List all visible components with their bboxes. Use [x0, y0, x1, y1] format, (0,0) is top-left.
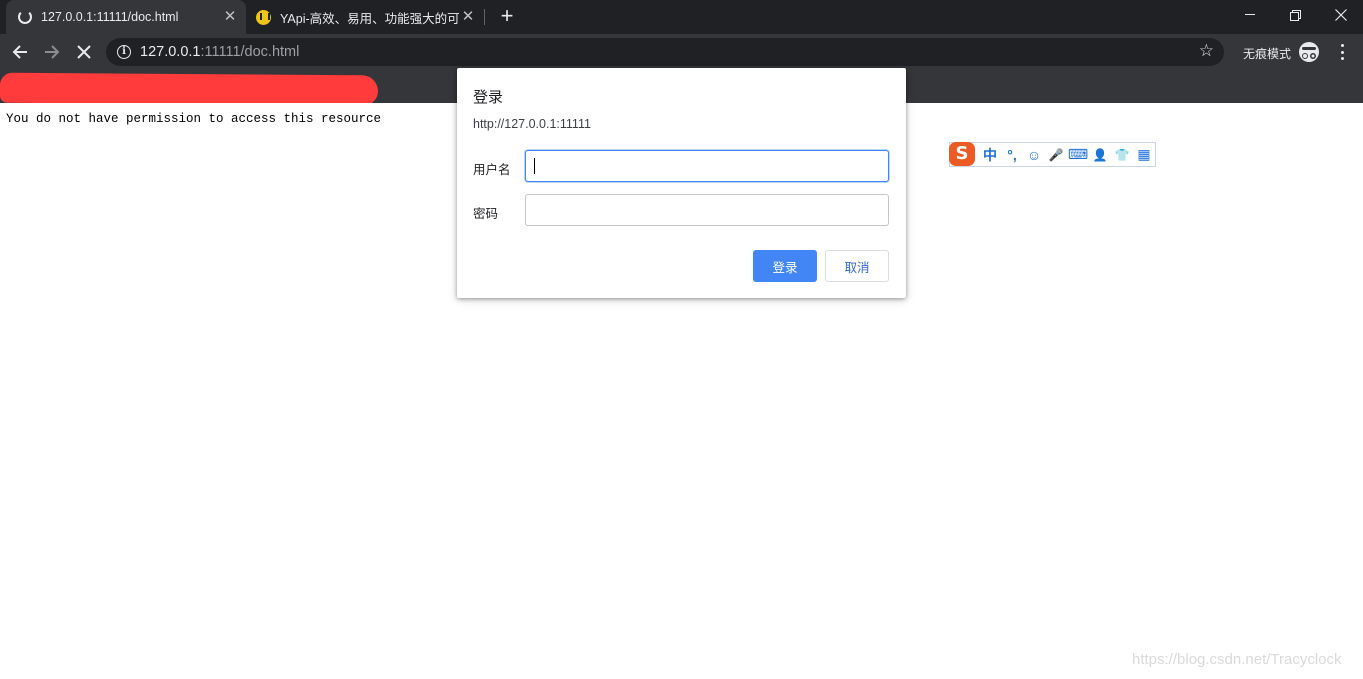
login-dialog: 登录 http://127.0.0.1:11111 用户名 密码 登录 取消: [457, 68, 906, 298]
new-tab-button[interactable]: +: [496, 5, 518, 27]
login-button[interactable]: 登录: [753, 250, 817, 282]
sogou-logo-icon[interactable]: S: [949, 141, 975, 166]
url-host: 127.0.0.1: [140, 44, 201, 60]
dialog-origin: http://127.0.0.1:11111: [473, 117, 591, 131]
bookmark-star-icon[interactable]: ☆: [1199, 41, 1214, 61]
site-info-icon[interactable]: i: [117, 45, 131, 59]
ime-chinese-mode-icon[interactable]: 中: [979, 145, 1001, 165]
incognito-label: 无痕模式: [1243, 47, 1292, 61]
tab-title: 127.0.0.1:11111/doc.html: [41, 10, 179, 24]
dialog-title: 登录: [473, 89, 504, 106]
ime-punctuation-icon[interactable]: °,: [1001, 147, 1023, 163]
restore-button[interactable]: [1272, 0, 1318, 30]
tab-title: YApi-高效、易用、功能强大的可: [280, 11, 460, 26]
username-field[interactable]: [525, 150, 889, 182]
url-path: :11111/doc.html: [200, 44, 300, 60]
cancel-button[interactable]: 取消: [825, 250, 889, 282]
loading-spinner-icon: [18, 10, 32, 24]
ime-user-icon[interactable]: 👤: [1089, 148, 1111, 162]
password-label: 密码: [473, 207, 499, 221]
stop-icon: [77, 45, 91, 59]
watermark: https://blog.csdn.net/Tracyclock: [1132, 651, 1342, 668]
ime-emoji-icon[interactable]: ☺: [1023, 147, 1045, 163]
tab-close-icon[interactable]: ✕: [222, 9, 238, 25]
forward-arrow-icon: [45, 45, 60, 59]
minimize-icon: [1245, 14, 1255, 15]
restore-icon: [1289, 9, 1301, 21]
tab-yapi[interactable]: YApi-高效、易用、功能强大的可 ✕: [246, 0, 484, 34]
browser-menu-icon[interactable]: [1336, 43, 1348, 61]
tab-strip: 127.0.0.1:11111/doc.html ✕ YApi-高效、易用、功能…: [0, 0, 1363, 34]
browser-window: 127.0.0.1:11111/doc.html ✕ YApi-高效、易用、功能…: [0, 0, 1363, 679]
tab-close-icon[interactable]: ✕: [460, 9, 476, 25]
ime-toolbar[interactable]: S 中 °, ☺ 🎤 ⌨ 👤 👕 ▦: [949, 141, 1156, 167]
back-button[interactable]: [6, 38, 34, 66]
browser-toolbar: i 127.0.0.1:11111/doc.html ☆ 无痕模式: [0, 34, 1363, 70]
stop-loading-button[interactable]: [70, 38, 98, 66]
close-window-button[interactable]: [1318, 0, 1363, 30]
ime-toolbox-icon[interactable]: ▦: [1133, 146, 1155, 163]
forward-button[interactable]: [38, 38, 66, 66]
tab-separator: [484, 9, 485, 25]
tab-doc[interactable]: 127.0.0.1:11111/doc.html ✕: [6, 0, 246, 34]
permission-message: You do not have permission to access thi…: [6, 112, 382, 126]
ime-voice-icon[interactable]: 🎤: [1045, 148, 1067, 162]
password-field[interactable]: [525, 194, 889, 226]
url-text[interactable]: 127.0.0.1:11111/doc.html: [140, 44, 299, 60]
address-bar[interactable]: i 127.0.0.1:11111/doc.html ☆: [106, 38, 1224, 66]
back-arrow-icon: [12, 45, 27, 59]
minimize-button[interactable]: [1227, 0, 1273, 30]
text-caret: [534, 158, 535, 174]
ime-skin-icon[interactable]: 👕: [1111, 148, 1133, 162]
username-label: 用户名: [473, 163, 511, 177]
close-icon: [1335, 9, 1347, 21]
redaction-mark: [0, 72, 378, 106]
ime-keyboard-icon[interactable]: ⌨: [1067, 146, 1089, 163]
yapi-favicon-icon: [256, 9, 271, 25]
incognito-icon[interactable]: [1299, 42, 1319, 62]
